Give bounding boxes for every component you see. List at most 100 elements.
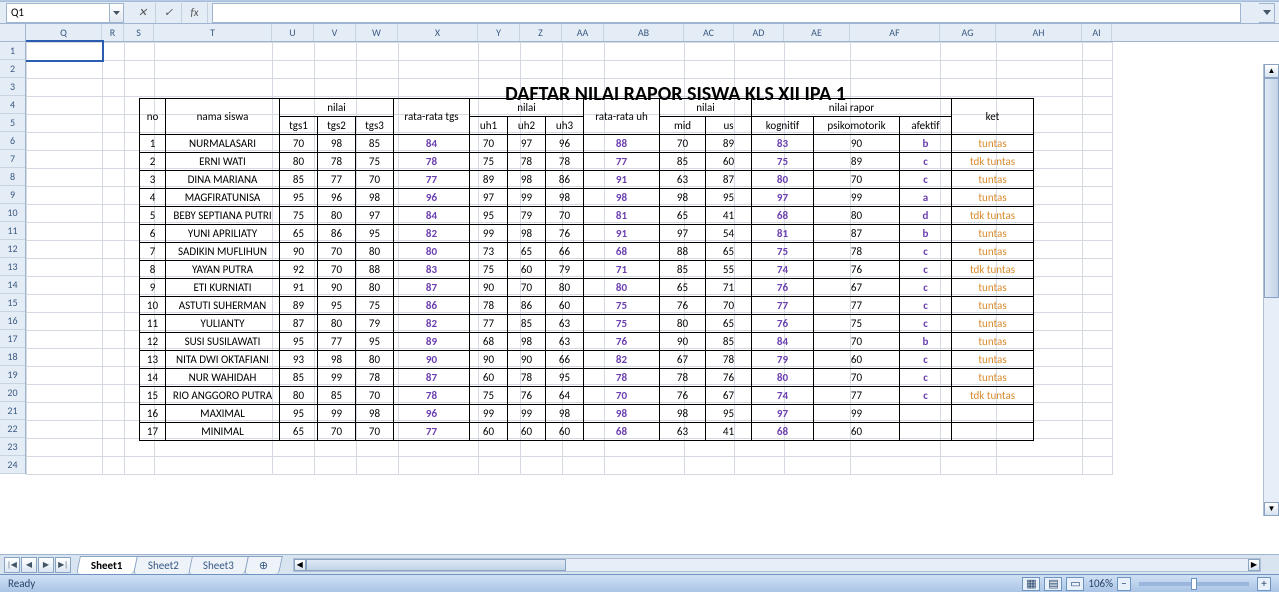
name-box[interactable]: Q1: [6, 3, 110, 23]
zoom-level[interactable]: 106%: [1088, 577, 1113, 590]
select-all-corner[interactable]: [0, 24, 26, 42]
row-header-21[interactable]: 21: [0, 402, 25, 420]
row-header-20[interactable]: 20: [0, 384, 25, 402]
scroll-right-icon[interactable]: ▶: [1248, 559, 1260, 571]
col-header-Y[interactable]: Y: [478, 24, 520, 41]
row-header-10[interactable]: 10: [0, 204, 25, 222]
row-header-14[interactable]: 14: [0, 276, 25, 294]
zoom-in-button[interactable]: +: [1257, 577, 1271, 591]
header-cell: nilai: [470, 99, 584, 117]
fx-icon[interactable]: fx: [182, 3, 208, 23]
col-header-AH[interactable]: AH: [996, 24, 1082, 41]
table-row: 16MAXIMAL959998969999989898959799: [140, 405, 1034, 423]
table-row: 8YAYAN PUTRA927088837560797185557476ctdk…: [140, 261, 1034, 279]
column-headers[interactable]: QRSTUVWXYZAAABACADAEAFAGAHAI: [26, 24, 1279, 42]
col-header-AD[interactable]: AD: [734, 24, 784, 41]
header-cell: nilai: [280, 99, 394, 117]
zoom-out-button[interactable]: −: [1117, 577, 1131, 591]
scroll-down-icon[interactable]: ▼: [1264, 502, 1279, 516]
row-header-15[interactable]: 15: [0, 294, 25, 312]
col-header-AE[interactable]: AE: [784, 24, 850, 41]
hscroll-thumb[interactable]: [306, 559, 566, 571]
row-header-9[interactable]: 9: [0, 186, 25, 204]
table-row: 14NUR WAHIDAH859978876078957878768070ctu…: [140, 369, 1034, 387]
header-cell: uh1: [470, 117, 508, 135]
col-header-U[interactable]: U: [272, 24, 314, 41]
table-row: 7SADIKIN MUFLIHUN90708080736566688865757…: [140, 243, 1034, 261]
header-cell: nilai: [660, 99, 752, 117]
col-header-V[interactable]: V: [314, 24, 356, 41]
row-header-8[interactable]: 8: [0, 168, 25, 186]
enter-formula-icon[interactable]: ✓: [156, 3, 182, 23]
horizontal-scrollbar[interactable]: ◀ ▶: [293, 558, 1261, 572]
row-header-3[interactable]: 3: [0, 78, 25, 96]
scroll-left-icon[interactable]: ◀: [294, 559, 306, 571]
row-header-24[interactable]: 24: [0, 456, 25, 474]
col-header-AF[interactable]: AF: [850, 24, 940, 41]
cancel-formula-icon[interactable]: ✕: [130, 3, 156, 23]
formula-bar[interactable]: [212, 3, 1241, 23]
sheet-tab-sheet1[interactable]: Sheet1: [76, 556, 137, 574]
header-cell: afektif: [900, 117, 952, 135]
status-bar: Ready ▦ ▤ ▭ 106% − +: [0, 574, 1279, 592]
vscroll-thumb[interactable]: [1264, 78, 1279, 298]
table-row: 6YUNI APRILIATY658695829998769197548187b…: [140, 225, 1034, 243]
row-header-19[interactable]: 19: [0, 366, 25, 384]
row-header-6[interactable]: 6: [0, 132, 25, 150]
col-header-AA[interactable]: AA: [562, 24, 604, 41]
row-header-7[interactable]: 7: [0, 150, 25, 168]
row-headers[interactable]: 123456789101112131415161718192021222324: [0, 42, 26, 474]
col-header-AC[interactable]: AC: [684, 24, 734, 41]
row-header-13[interactable]: 13: [0, 258, 25, 276]
row-header-2[interactable]: 2: [0, 60, 25, 78]
grades-table: nonama siswanilairata-rata tgsnilairata-…: [139, 98, 1034, 441]
header-cell: uh2: [508, 117, 546, 135]
zoom-slider[interactable]: [1139, 582, 1249, 586]
col-header-Q[interactable]: Q: [26, 24, 102, 41]
col-header-X[interactable]: X: [398, 24, 478, 41]
insert-sheet-tab[interactable]: ⊕: [245, 556, 284, 574]
header-cell: nilai rapor: [752, 99, 952, 117]
row-header-1[interactable]: 1: [0, 42, 25, 60]
name-box-dropdown[interactable]: [110, 3, 124, 23]
col-header-Z[interactable]: Z: [520, 24, 562, 41]
col-header-T[interactable]: T: [154, 24, 272, 41]
view-page-layout-icon[interactable]: ▤: [1044, 577, 1062, 591]
sheet-tab-sheet2[interactable]: Sheet2: [133, 556, 194, 574]
col-header-R[interactable]: R: [102, 24, 124, 41]
col-header-AB[interactable]: AB: [604, 24, 684, 41]
table-row: 9ETI KURNIATI919080879070808065717667ctu…: [140, 279, 1034, 297]
header-cell: us: [706, 117, 752, 135]
col-header-S[interactable]: S: [124, 24, 154, 41]
table-row: 13NITA DWI OKTAFIANI93988090909066826778…: [140, 351, 1034, 369]
row-header-16[interactable]: 16: [0, 312, 25, 330]
header-cell: no: [140, 99, 166, 135]
row-header-12[interactable]: 12: [0, 240, 25, 258]
header-cell: psikomotorik: [814, 117, 900, 135]
vertical-scrollbar[interactable]: ▲ ▼: [1263, 64, 1279, 516]
row-header-4[interactable]: 4: [0, 96, 25, 114]
formula-bar-expand-icon[interactable]: [1259, 3, 1275, 23]
view-normal-icon[interactable]: ▦: [1022, 577, 1040, 591]
header-cell: tgs2: [318, 117, 356, 135]
row-header-5[interactable]: 5: [0, 114, 25, 132]
col-header-W[interactable]: W: [356, 24, 398, 41]
table-row: 10ASTUTI SUHERMAN89957586788660757670777…: [140, 297, 1034, 315]
sheet-tab-sheet3[interactable]: Sheet3: [189, 556, 250, 574]
row-header-22[interactable]: 22: [0, 420, 25, 438]
tab-nav-next-icon[interactable]: ▶: [38, 557, 54, 573]
row-header-23[interactable]: 23: [0, 438, 25, 456]
row-header-18[interactable]: 18: [0, 348, 25, 366]
col-header-AG[interactable]: AG: [940, 24, 996, 41]
row-header-11[interactable]: 11: [0, 222, 25, 240]
header-cell: tgs1: [280, 117, 318, 135]
view-page-break-icon[interactable]: ▭: [1066, 577, 1084, 591]
tab-nav-first-icon[interactable]: |◀: [4, 557, 20, 573]
zoom-thumb[interactable]: [1191, 578, 1197, 590]
tab-nav-prev-icon[interactable]: ◀: [21, 557, 37, 573]
tab-nav-last-icon[interactable]: ▶|: [55, 557, 71, 573]
col-header-AI[interactable]: AI: [1082, 24, 1112, 41]
header-cell: rata-rata uh: [584, 99, 660, 135]
scroll-up-icon[interactable]: ▲: [1264, 64, 1279, 78]
row-header-17[interactable]: 17: [0, 330, 25, 348]
